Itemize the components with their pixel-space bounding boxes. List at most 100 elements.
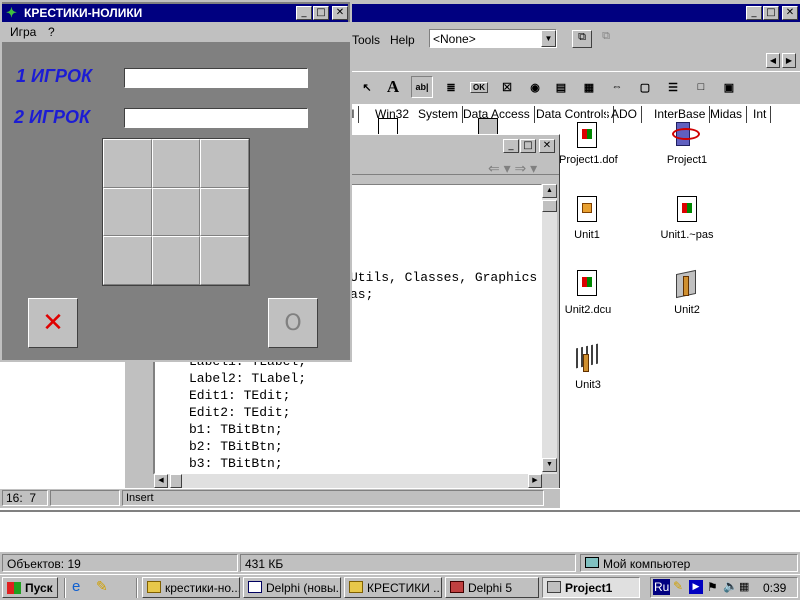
pascal-unit-icon[interactable] xyxy=(674,268,700,299)
memo-icon[interactable]: ≣ xyxy=(440,76,462,98)
arrow-icon[interactable]: ↖ xyxy=(356,76,378,98)
task-button-project1[interactable]: Project1 xyxy=(542,577,640,598)
pas-backup-icon[interactable] xyxy=(677,196,697,222)
player1-name-field[interactable] xyxy=(124,68,308,88)
radiogroup-icon[interactable]: ☰ xyxy=(662,76,684,98)
scrollbar-icon[interactable]: ⇔ xyxy=(606,76,628,98)
file-label-unit3[interactable]: Unit3 xyxy=(568,379,608,391)
board-cell[interactable] xyxy=(151,187,201,237)
ie-icon[interactable]: e xyxy=(72,578,80,595)
language-indicator[interactable]: Ru xyxy=(653,579,671,595)
task-button-word[interactable]: Delphi (новы... xyxy=(243,577,341,598)
tray-app-icon[interactable]: ▦ xyxy=(739,580,749,593)
tab-internet[interactable]: Int xyxy=(748,106,772,123)
dcu-file-icon[interactable] xyxy=(577,270,597,296)
file-label-project1-dof[interactable]: Project1.dof xyxy=(559,154,618,166)
menu-help[interactable]: Help xyxy=(390,33,415,47)
image-file-icon[interactable] xyxy=(378,118,398,134)
file-label-unit2[interactable]: Unit2 xyxy=(667,304,707,316)
board-cell[interactable] xyxy=(103,139,152,188)
listbox-icon[interactable]: ▤ xyxy=(550,76,572,98)
chevron-down-icon[interactable]: ▼ xyxy=(541,30,556,47)
scroll-h-thumb[interactable] xyxy=(170,474,182,488)
scroll-up-icon[interactable]: ▲ xyxy=(542,184,557,198)
actionlist-icon[interactable]: ▣ xyxy=(718,76,740,98)
delphi-quicklaunch-icon[interactable]: ✎ xyxy=(96,578,108,595)
vertical-scrollbar[interactable]: ▲ ▼ xyxy=(542,184,557,474)
label-icon[interactable]: A xyxy=(382,76,404,98)
close-button[interactable]: ✕ xyxy=(782,6,798,20)
code-line: b1: TBitBtn; xyxy=(189,422,283,437)
component-combo[interactable]: <None> ▼ xyxy=(429,29,557,48)
play-icon[interactable]: ▶ xyxy=(689,580,703,594)
minimize-button[interactable]: _ xyxy=(503,139,519,153)
delphi-project-icon[interactable] xyxy=(672,120,702,150)
file-label-unit1-pas[interactable]: Unit1.~pas xyxy=(657,229,717,241)
file-label-unit1[interactable]: Unit1 xyxy=(567,229,607,241)
board-cell[interactable] xyxy=(151,139,201,188)
task-button-folder[interactable]: крестики-но... xyxy=(142,577,240,598)
horizontal-scrollbar[interactable]: ◀ ▶ xyxy=(154,474,542,488)
dof-file-icon[interactable] xyxy=(577,122,597,148)
unit-file-icon[interactable] xyxy=(577,196,597,222)
file-label-project1[interactable]: Project1 xyxy=(662,154,712,166)
radiobutton-icon[interactable]: ◉ xyxy=(524,76,546,98)
board-cell[interactable] xyxy=(200,236,249,285)
insert-mode: Insert xyxy=(122,490,544,506)
menu-tools[interactable]: Tools xyxy=(352,33,380,47)
volume-icon[interactable]: 🔈 xyxy=(723,579,738,593)
chevron-left-icon[interactable]: ◀ xyxy=(766,53,780,68)
tab-data-controls[interactable]: Data Controls xyxy=(531,106,615,123)
delphi-tray-icon[interactable]: ✎ xyxy=(673,579,683,593)
tab-system[interactable]: System xyxy=(413,106,464,123)
task-button-game[interactable]: КРЕСТИКИ ... xyxy=(344,577,442,598)
cross-button[interactable]: ✕ xyxy=(28,298,78,348)
maximize-button[interactable]: □ xyxy=(313,6,329,20)
player2-name-field[interactable] xyxy=(124,108,308,128)
menu-game[interactable]: Игра xyxy=(10,25,36,39)
scroll-left-icon[interactable]: ◀ xyxy=(154,474,168,488)
tab-midas[interactable]: Midas xyxy=(705,106,748,123)
code-line: Edit1: TEdit; xyxy=(189,388,291,403)
panel-icon[interactable]: □ xyxy=(690,76,712,98)
button-icon[interactable]: OK xyxy=(468,76,490,98)
back-arrow-icon[interactable]: ⇐ ▾ ⇒ ▾ xyxy=(488,160,537,177)
scroll-down-icon[interactable]: ▼ xyxy=(542,458,557,472)
network-icon[interactable]: ⚑ xyxy=(707,580,718,594)
new-window-icon[interactable]: ⧉ xyxy=(596,30,616,48)
board-cell[interactable] xyxy=(200,139,249,188)
scroll-thumb[interactable] xyxy=(542,200,557,212)
image-file-icon[interactable] xyxy=(478,118,498,134)
maximize-button[interactable]: □ xyxy=(763,6,779,20)
chevron-right-icon[interactable]: ▶ xyxy=(782,53,796,68)
board-cell[interactable] xyxy=(200,187,249,237)
board-cell[interactable] xyxy=(151,236,201,285)
word-doc-icon xyxy=(248,581,262,593)
close-button[interactable]: ✕ xyxy=(332,6,348,20)
pascal-unit-icon[interactable] xyxy=(574,343,602,374)
board-cell[interactable] xyxy=(103,236,152,285)
clock[interactable]: 0:39 xyxy=(763,581,786,595)
folder-icon xyxy=(147,581,161,593)
groupbox-icon[interactable]: ▢ xyxy=(634,76,656,98)
objects-count: Объектов: 19 xyxy=(2,554,238,572)
bottom-panel xyxy=(0,510,800,550)
task-label: Delphi (новы... xyxy=(266,581,341,595)
minimize-button[interactable]: _ xyxy=(746,6,762,20)
task-button-delphi[interactable]: Delphi 5 xyxy=(445,577,539,598)
maximize-button[interactable]: □ xyxy=(520,139,536,153)
edit-icon[interactable]: ab| xyxy=(411,76,433,98)
file-label-unit2-dcu[interactable]: Unit2.dcu xyxy=(559,304,617,316)
nought-button[interactable]: O xyxy=(268,298,318,348)
minimize-button[interactable]: _ xyxy=(296,6,312,20)
window-list-icon[interactable]: ⧉ xyxy=(572,30,592,48)
board-cell[interactable] xyxy=(103,187,152,237)
menu-help[interactable]: ? xyxy=(48,25,55,39)
tab-ado[interactable]: ADO xyxy=(606,106,643,123)
close-button[interactable]: ✕ xyxy=(539,139,555,153)
location-label: Мой компьютер xyxy=(603,557,691,571)
scroll-right-icon[interactable]: ▶ xyxy=(528,474,542,488)
combobox-icon[interactable]: ▦ xyxy=(578,76,600,98)
start-button[interactable]: Пуск xyxy=(2,577,58,598)
checkbox-icon[interactable]: ☒ xyxy=(496,76,518,98)
